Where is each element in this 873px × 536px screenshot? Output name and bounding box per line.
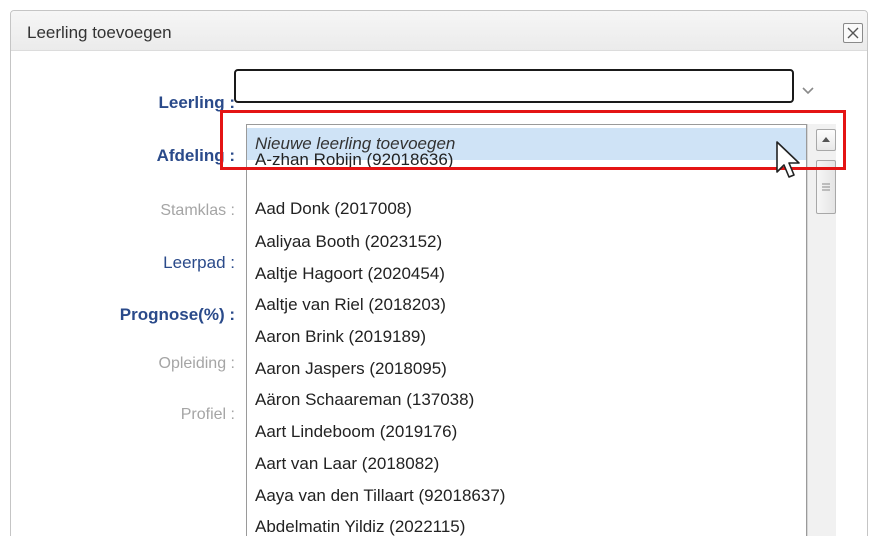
student-dropdown-list[interactable]: Nieuwe leerling toevoegen A-zhan Robijn … [246,124,807,536]
mouse-pointer-icon [776,141,800,178]
list-item[interactable]: Aaltje van Riel (2018203) [247,289,806,321]
screen: Leerling toevoegen Leerling : Afdeling :… [0,0,873,536]
list-item[interactable]: Aaya van den Tillaart (92018637) [247,480,806,512]
list-item[interactable]: Aaltje Hagoort (2020454) [247,258,806,290]
dialog-title: Leerling toevoegen [27,23,172,42]
list-item[interactable]: Aart Lindeboom (2019176) [247,416,806,448]
list-item[interactable]: Aaliyaa Booth (2023152) [247,226,806,258]
dropdown-scrollbar[interactable] [807,124,836,536]
list-item[interactable]: Aart van Laar (2018082) [247,448,806,480]
label-stamklas: Stamklas : [160,202,235,219]
list-item[interactable]: Aäron Schaareman (137038) [247,384,806,416]
close-button[interactable] [843,23,863,43]
list-item[interactable]: Abdelmatin Yildiz (2022115) [247,511,806,536]
student-combo-input[interactable] [234,69,794,103]
label-prognose: Prognose(%) : [119,305,235,324]
dialog-titlebar: Leerling toevoegen [11,11,867,51]
list-item[interactable]: Aaron Jaspers (2018095) [247,353,806,385]
annotation-highlight-box [220,110,846,170]
label-profiel: Profiel : [180,406,235,423]
label-leerpad: Leerpad : [163,253,235,272]
label-opleiding: Opleiding : [158,355,236,372]
chevron-down-icon[interactable] [799,82,817,98]
list-item[interactable]: Aaron Brink (2019189) [247,321,806,353]
close-icon [847,27,859,39]
list-item[interactable]: Aad Donk (2017008) [247,193,806,225]
